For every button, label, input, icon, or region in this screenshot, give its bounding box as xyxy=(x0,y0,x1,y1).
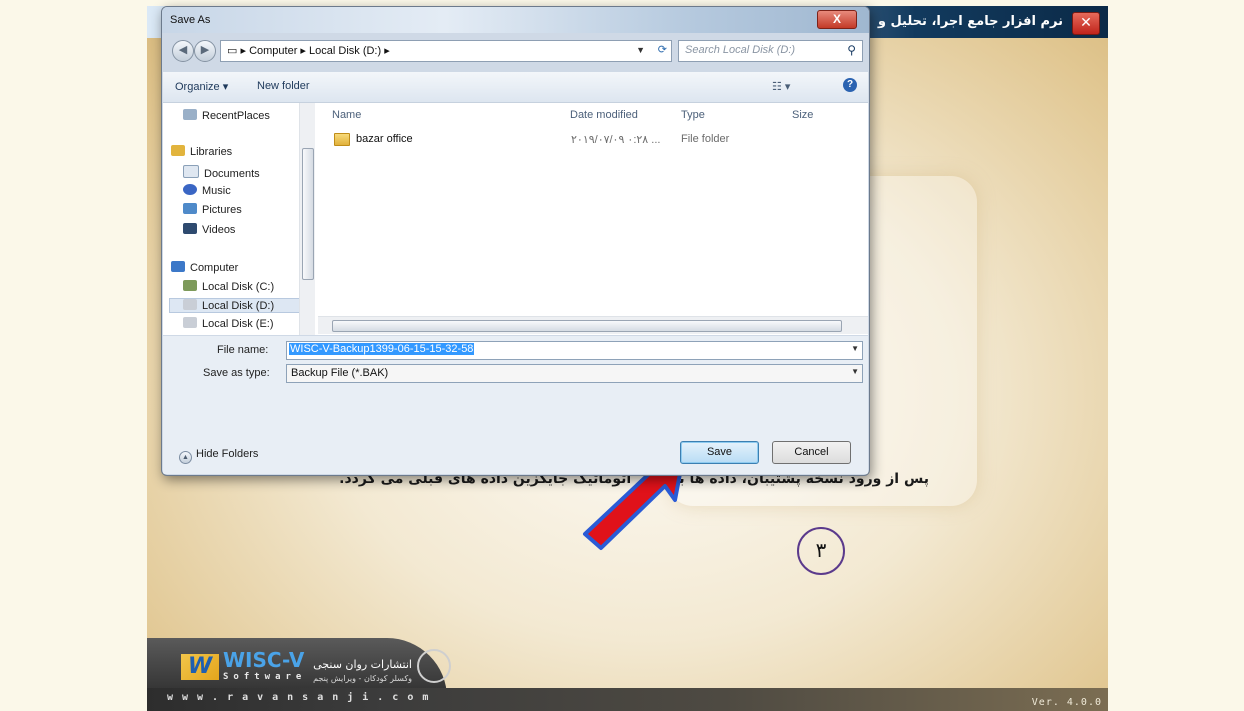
emblem-icon xyxy=(417,649,451,683)
save-type-value: Backup File (*.BAK) xyxy=(291,367,389,379)
drive-icon xyxy=(183,280,197,291)
folder-icon xyxy=(334,133,350,146)
hide-folders-button[interactable]: ▲ Hide Folders xyxy=(179,448,258,464)
nav-item-videos[interactable]: Videos xyxy=(183,223,235,236)
file-list-scroll-thumb[interactable] xyxy=(332,320,842,332)
save-fields: File name: WISC-V-Backup1399-06-15-15-32… xyxy=(163,336,868,436)
help-icon[interactable]: ? xyxy=(843,78,857,92)
new-folder-button[interactable]: New folder xyxy=(257,80,310,92)
save-type-select[interactable]: Backup File (*.BAK) ▼ xyxy=(286,364,863,383)
dialog-footer: ▲ Hide Folders Save Cancel xyxy=(163,436,868,474)
file-name-label: File name: xyxy=(217,344,269,356)
dialog-title: Save As xyxy=(170,14,211,26)
address-bar[interactable]: ▭ ▸ Computer ▸ Local Disk (D:) ▸ ▼ ⟳ xyxy=(220,40,672,62)
breadcrumb-local-disk-d[interactable]: Local Disk (D:) xyxy=(309,45,381,57)
dialog-close-button[interactable]: X xyxy=(817,10,857,29)
drive-icon: ▭ xyxy=(227,45,238,57)
publisher-name: انتشارات روان سنجی xyxy=(313,658,412,671)
libraries-icon xyxy=(171,145,185,156)
app-close-button[interactable]: ✕ xyxy=(1072,12,1100,35)
dialog-toolbar: Organize ▾ New folder ☷ ▾ ? xyxy=(163,72,868,103)
refresh-icon[interactable]: ⟳ xyxy=(658,43,667,56)
organize-menu[interactable]: Organize ▾ xyxy=(175,80,228,93)
nav-item-documents[interactable]: Documents xyxy=(183,165,260,180)
publisher-subtitle: وکسلر کودکان - ویرایش پنجم xyxy=(313,674,412,683)
logo-software: Software xyxy=(223,672,307,682)
file-name-value: WISC-V-Backup1399-06-15-15-32-58 xyxy=(289,343,475,355)
file-list: Name Date modified Type Size bazar offic… xyxy=(318,103,868,335)
forward-button[interactable]: ▶ xyxy=(194,40,216,62)
logo-name: WISC-V xyxy=(223,648,305,672)
column-header-type[interactable]: Type xyxy=(681,109,705,121)
chevron-down-icon[interactable]: ▼ xyxy=(851,344,859,353)
search-icon[interactable]: ⚲ xyxy=(847,43,856,57)
app-title: نرم افزار جامع اجرا، تحلیل و xyxy=(877,14,1063,29)
navigation-pane: RecentPlaces Libraries Documents Music P… xyxy=(163,103,319,335)
step-number: ۳ xyxy=(797,527,845,575)
file-name-field[interactable]: WISC-V-Backup1399-06-15-15-32-58 ▼ xyxy=(286,341,863,360)
cancel-button[interactable]: Cancel xyxy=(772,441,851,464)
logo-icon: W xyxy=(181,654,219,680)
address-dropdown-icon[interactable]: ▼ xyxy=(636,45,645,55)
drive-icon xyxy=(183,317,197,328)
column-header-date[interactable]: Date modified xyxy=(570,109,638,121)
nav-item-computer[interactable]: Computer xyxy=(171,261,238,274)
version: Ver. 4.0.0 xyxy=(1031,697,1102,708)
save-as-dialog: Save As X ◀ ▶ ▭ ▸ Computer ▸ Local Disk … xyxy=(161,6,870,476)
nav-item-recent-places[interactable]: RecentPlaces xyxy=(183,109,270,122)
breadcrumb-computer[interactable]: Computer xyxy=(249,45,297,57)
nav-pane-scroll-thumb[interactable] xyxy=(302,148,314,280)
breadcrumb: ▭ ▸ Computer ▸ Local Disk (D:) ▸ xyxy=(227,45,390,57)
dialog-titlebar: Save As X xyxy=(162,7,869,33)
website: www.ravansanji.com xyxy=(167,692,438,703)
computer-icon xyxy=(171,261,185,272)
navigation-bar: ◀ ▶ ▭ ▸ Computer ▸ Local Disk (D:) ▸ ▼ ⟳… xyxy=(162,37,869,65)
videos-icon xyxy=(183,223,197,234)
file-name: bazar office xyxy=(356,133,413,145)
file-row[interactable]: bazar office ۲۰۱۹/۰۷/۰۹ ۰:۲۸ ... File fo… xyxy=(328,131,748,149)
nav-item-local-disk-c[interactable]: Local Disk (C:) xyxy=(183,280,274,293)
nav-item-local-disk-d[interactable]: Local Disk (D:) xyxy=(169,298,310,313)
recent-places-icon xyxy=(183,109,197,120)
save-type-label: Save as type: xyxy=(203,367,270,379)
back-button[interactable]: ◀ xyxy=(172,40,194,62)
save-button[interactable]: Save xyxy=(680,441,759,464)
column-header-name[interactable]: Name xyxy=(332,109,361,121)
nav-item-music[interactable]: Music xyxy=(183,184,231,197)
search-input[interactable]: Search Local Disk (D:) ⚲ xyxy=(678,40,863,62)
nav-item-pictures[interactable]: Pictures xyxy=(183,203,242,216)
chevron-up-icon: ▲ xyxy=(179,451,192,464)
column-header-size[interactable]: Size xyxy=(792,109,813,121)
file-type: File folder xyxy=(681,133,730,145)
drive-icon xyxy=(183,299,197,310)
pictures-icon xyxy=(183,203,197,214)
file-list-scrollbar[interactable] xyxy=(318,316,868,334)
documents-icon xyxy=(183,165,199,178)
file-date: ۲۰۱۹/۰۷/۰۹ ۰:۲۸ ... xyxy=(571,134,661,146)
search-placeholder: Search Local Disk (D:) xyxy=(685,44,796,56)
nav-pane-scrollbar[interactable] xyxy=(299,103,315,335)
nav-item-libraries[interactable]: Libraries xyxy=(171,145,232,158)
views-icon[interactable]: ☷ ▾ xyxy=(772,80,790,93)
chevron-down-icon[interactable]: ▼ xyxy=(851,367,859,376)
nav-item-local-disk-e[interactable]: Local Disk (E:) xyxy=(183,317,274,330)
music-icon xyxy=(183,184,197,195)
